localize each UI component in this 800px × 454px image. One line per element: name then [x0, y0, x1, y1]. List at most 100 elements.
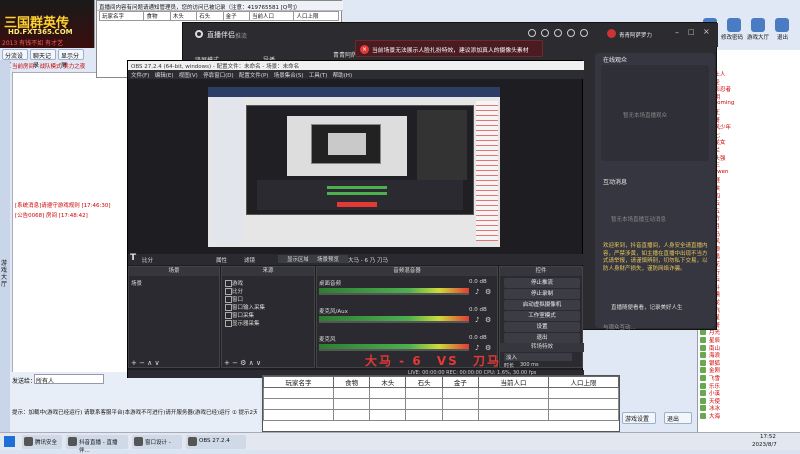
taskbar-item[interactable]: 抖音直播 - 直播伴...: [66, 435, 128, 454]
preview-nested-docks: [257, 180, 463, 210]
transition-dock-title: 转场特效: [500, 343, 584, 352]
sync-icon[interactable]: [554, 29, 562, 37]
split-settings-button[interactable]: 分流设置: [2, 49, 28, 69]
settings-icon[interactable]: [580, 29, 588, 37]
show-split-button[interactable]: 显示分屏: [58, 49, 84, 69]
browser-table-header: 食物: [143, 11, 171, 21]
duration-label: 时长: [504, 363, 515, 369]
logo-url: HD.FXT365.COM: [8, 28, 73, 36]
clock-time: 17:52: [760, 434, 776, 440]
volume-slider[interactable]: [319, 349, 469, 351]
password-icon[interactable]: [727, 18, 741, 32]
obs-menubar: 文件(F) 编辑(E) 视图(V) 停靠窗口(D) 配置文件(P) 场景集合(S…: [128, 70, 584, 79]
speaker-icon[interactable]: ♪: [475, 288, 479, 296]
app-title: 直播伴侣: [207, 31, 235, 39]
source-item[interactable]: 游戏: [224, 279, 243, 287]
mixer-channel: 桌面音频 0.0 dB ♪ ⚙: [319, 279, 505, 299]
browser-table-header: 当前人口: [248, 11, 295, 21]
table-header: 玩家名字: [263, 376, 334, 388]
menu-profile[interactable]: 配置文件(P): [239, 73, 269, 79]
studio-mode-button[interactable]: 工作室模式: [504, 311, 580, 321]
menu-view[interactable]: 视图(V): [179, 73, 198, 79]
volume-slider[interactable]: [319, 321, 469, 323]
clock-date: 2023/8/7: [752, 442, 777, 448]
source-controls[interactable]: + − ⚙ ∧ ∨: [224, 359, 261, 367]
preview-left-area: [213, 97, 243, 245]
chat-input[interactable]: 与观众互动...: [603, 323, 636, 331]
lobby-icon[interactable]: [751, 18, 765, 32]
source-item[interactable]: 比分: [224, 287, 243, 295]
app-subtitle: 推流: [235, 33, 248, 40]
room-notice-sub: 直播随便看看，记录美好人生: [611, 305, 683, 311]
game-settings-button[interactable]: 游戏设置: [622, 412, 656, 424]
speaker-icon[interactable]: ♪: [475, 316, 479, 324]
start-icon[interactable]: [4, 436, 15, 447]
client-logo: 三国群英传 HD.FXT365.COM 2013 有钱不如 有才艺: [0, 0, 95, 48]
scene-controls[interactable]: + − ∧ ∨: [131, 359, 160, 367]
stream-label: 青青阿萨: [333, 52, 358, 59]
mixer-channel-db: 0.0 dB: [469, 307, 487, 313]
obs-window: OBS 27.2.4 (64-bit, windows) - 配置文件：未命名 …: [127, 60, 584, 378]
taskbar-item[interactable]: 窗口设计 -: [132, 435, 182, 449]
exit-icon[interactable]: [775, 18, 789, 32]
menu-help[interactable]: 帮助(H): [333, 73, 352, 79]
browser-table-header: 金子: [222, 11, 250, 21]
minimize-icon[interactable]: –: [675, 28, 679, 37]
exit-button[interactable]: 退出: [504, 333, 580, 343]
controls-dock-title: 控件: [500, 267, 582, 276]
gift-icon[interactable]: [567, 29, 575, 37]
scene-preview-button[interactable]: 场景预览: [308, 255, 348, 263]
volume-slider[interactable]: [319, 293, 469, 295]
menu-scene-collection[interactable]: 场景集合(S): [274, 73, 304, 79]
chat-log-button[interactable]: 聊天记录: [30, 49, 56, 69]
gear-icon[interactable]: ⚙: [485, 316, 491, 324]
lobby-label: 游戏大厅: [747, 35, 770, 41]
browser-table-header: 玩家名字: [98, 11, 145, 21]
gear-icon[interactable]: ⚙: [485, 288, 491, 296]
client-exit-button[interactable]: 退出: [664, 412, 692, 424]
menu-tools[interactable]: 工具(T): [309, 73, 328, 79]
vs-right: 刀马: [473, 354, 502, 368]
chat-line: [系统消息]请遵守游戏规则 [17:46:30]: [15, 203, 111, 209]
gear-icon[interactable]: ⚙: [485, 344, 491, 352]
sources-dock: 来源 游戏 比分 窗口 窗口输入采集 窗口采集 显示器采集 + − ⚙ ∧ ∨: [221, 266, 315, 368]
menu-docks[interactable]: 停靠窗口(D): [203, 73, 234, 79]
settings-button[interactable]: 设置: [504, 322, 580, 332]
error-message: 当前场景无法展示人脸扎扮特效，建议添加真人的摄像头素材: [372, 48, 529, 54]
duration-input[interactable]: 300 ms: [520, 362, 539, 368]
taskbar-item[interactable]: OBS 27.2.4: [186, 435, 246, 449]
player-resource-table: 玩家名字 食物 木头 石头 金子 当前人口 人口上限: [262, 375, 620, 432]
error-notification: × 当前场景无法展示人脸扎扮特效，建议添加真人的摄像头素材: [355, 40, 543, 57]
preview-nested-side: [417, 110, 467, 180]
close-icon[interactable]: ×: [703, 27, 710, 36]
sources-dock-title: 来源: [222, 267, 314, 276]
player-list-item[interactable]: 大海: [698, 412, 800, 420]
client-hint: 提示：加载中(游戏已经运行) 请联系客服平台(本游戏不可进行)请开服务器(游戏已…: [12, 410, 257, 416]
virtual-camera-button[interactable]: 启动虚拟摄像机: [504, 300, 580, 310]
stop-streaming-button[interactable]: 停止推流: [504, 278, 580, 288]
send-to-select[interactable]: 所有人: [34, 374, 104, 385]
mixer-channel-name: 麦克风: [319, 337, 336, 343]
source-item[interactable]: 窗口采集: [224, 311, 254, 319]
source-item[interactable]: 显示器采集: [224, 319, 260, 327]
scene-item[interactable]: 场景: [131, 279, 142, 287]
online-audience-title: 在线观众: [603, 57, 628, 64]
source-item[interactable]: 窗口: [224, 295, 243, 303]
notify-icon[interactable]: [541, 29, 549, 37]
browser-table-header: 人口上限: [293, 11, 339, 21]
source-item[interactable]: 窗口输入采集: [224, 303, 265, 311]
mixer-channel-name: 麦克风/Aux: [319, 309, 348, 315]
taskbar-item[interactable]: 腾讯安全: [22, 435, 62, 449]
properties-button[interactable]: 属性: [216, 256, 227, 264]
help-icon[interactable]: [528, 29, 536, 37]
menu-file[interactable]: 文件(F): [131, 73, 149, 79]
menu-edit[interactable]: 编辑(E): [155, 73, 174, 79]
maximize-icon[interactable]: □: [688, 28, 695, 36]
transition-select[interactable]: 淡入: [504, 353, 572, 361]
avatar[interactable]: [607, 29, 616, 38]
speaker-icon[interactable]: ♪: [475, 344, 479, 352]
filters-button[interactable]: 滤镜: [244, 256, 255, 264]
scenes-dock: 场景 场景 + − ∧ ∨: [128, 266, 220, 368]
stop-recording-button[interactable]: 停止录制: [504, 289, 580, 299]
browser-address: 直播间内容有问题请通知管理员，您的访问已被记录（注意：419765581 [Q号…: [97, 1, 343, 11]
